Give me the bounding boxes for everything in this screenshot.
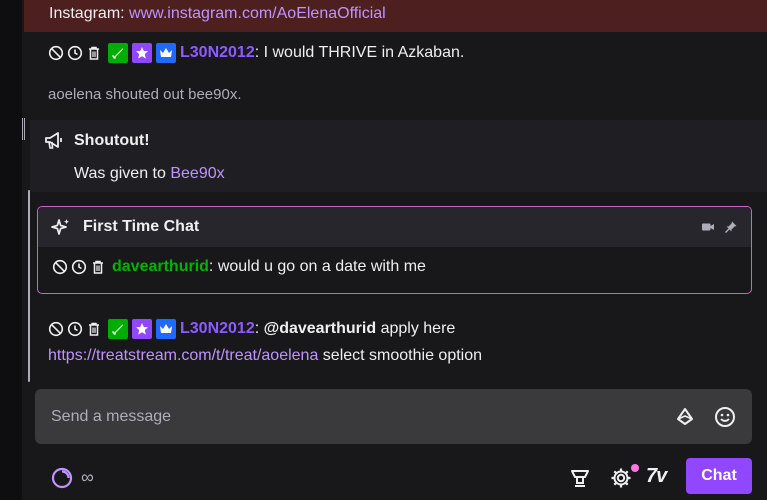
subscriber-badge[interactable] xyxy=(156,43,176,63)
message-text: apply here xyxy=(376,320,456,337)
system-notice: aoelena shouted out bee90x. xyxy=(48,86,242,103)
message-link[interactable]: https://treatstream.com/t/treat/aoelena xyxy=(48,347,318,364)
timeout-icon[interactable] xyxy=(67,321,83,337)
sparkle-icon xyxy=(50,217,72,239)
points-balance: ∞ xyxy=(81,467,94,487)
ban-icon[interactable] xyxy=(48,45,64,61)
delete-icon[interactable] xyxy=(86,321,102,337)
first-time-chat-title: First Time Chat xyxy=(83,218,200,235)
leaderboard-icon[interactable] xyxy=(568,466,592,490)
shoutout-title: Shoutout! xyxy=(74,132,150,149)
left-sidebar-strip xyxy=(0,0,22,500)
shoutout-body: Was given to Bee90x xyxy=(74,165,225,183)
message-continuation: https://treatstream.com/t/treat/aoelena … xyxy=(48,347,482,365)
emote-picker-icon[interactable] xyxy=(713,405,737,429)
resize-handle[interactable] xyxy=(22,118,25,140)
chat-scroll-indicator xyxy=(28,190,30,382)
mod-actions xyxy=(52,259,106,275)
first-time-chat-header: First Time Chat xyxy=(38,207,751,247)
chat-message: L30N2012: I would THRIVE in Azkaban. xyxy=(48,43,464,63)
message-text: : would u go on a date with me xyxy=(208,258,426,275)
moderator-badge[interactable] xyxy=(108,319,128,339)
pinned-prefix: Instagram: xyxy=(49,5,130,22)
pin-icon[interactable] xyxy=(724,220,738,234)
mod-actions xyxy=(48,321,102,337)
username[interactable]: L30N2012 xyxy=(180,44,255,62)
vip-badge[interactable] xyxy=(132,319,152,339)
delete-icon[interactable] xyxy=(86,45,102,61)
delete-icon[interactable] xyxy=(90,259,106,275)
chat-message: L30N2012: @davearthurid apply here xyxy=(48,319,455,339)
chat-bottom-bar: ∞ 7v Chat xyxy=(35,455,752,497)
pinned-message: Instagram: www.instagram.com/AoElenaOffi… xyxy=(24,0,767,32)
username[interactable]: L30N2012 xyxy=(180,320,255,338)
shoutout-card: Shoutout! Was given to Bee90x xyxy=(30,120,767,192)
notification-dot xyxy=(631,464,639,472)
ban-icon[interactable] xyxy=(48,321,64,337)
shoutout-body-text: Was given to xyxy=(74,165,171,182)
subscriber-badge[interactable] xyxy=(156,319,176,339)
chat-input-placeholder: Send a message xyxy=(51,408,172,425)
message-separator: : xyxy=(254,320,264,337)
vip-badge[interactable] xyxy=(132,43,152,63)
chat-message: davearthurid: would u go on a date with … xyxy=(52,258,426,276)
settings-gear-icon[interactable] xyxy=(609,466,633,490)
chat-send-button[interactable]: Chat xyxy=(686,458,752,494)
username[interactable]: davearthurid xyxy=(112,258,209,276)
timeout-icon[interactable] xyxy=(67,45,83,61)
7tv-logo-icon[interactable]: 7v xyxy=(646,465,667,488)
channel-points-icon[interactable] xyxy=(50,466,74,490)
timeout-icon[interactable] xyxy=(71,259,87,275)
first-time-chat-card: First Time Chat davearthurid: would u go… xyxy=(37,206,752,294)
mod-actions xyxy=(48,45,102,61)
message-text: select smoothie option xyxy=(318,347,483,364)
camera-icon[interactable] xyxy=(701,220,715,234)
message-text: : I would THRIVE in Azkaban. xyxy=(254,44,465,61)
moderator-badge[interactable] xyxy=(108,43,128,63)
megaphone-icon xyxy=(43,130,65,152)
chat-input[interactable]: Send a message xyxy=(35,389,752,444)
bits-icon[interactable] xyxy=(673,405,697,429)
shoutout-channel-link[interactable]: Bee90x xyxy=(170,165,224,182)
mention[interactable]: @davearthurid xyxy=(264,320,377,338)
ban-icon[interactable] xyxy=(52,259,68,275)
pinned-link[interactable]: www.instagram.com/AoElenaOfficial xyxy=(129,5,386,22)
